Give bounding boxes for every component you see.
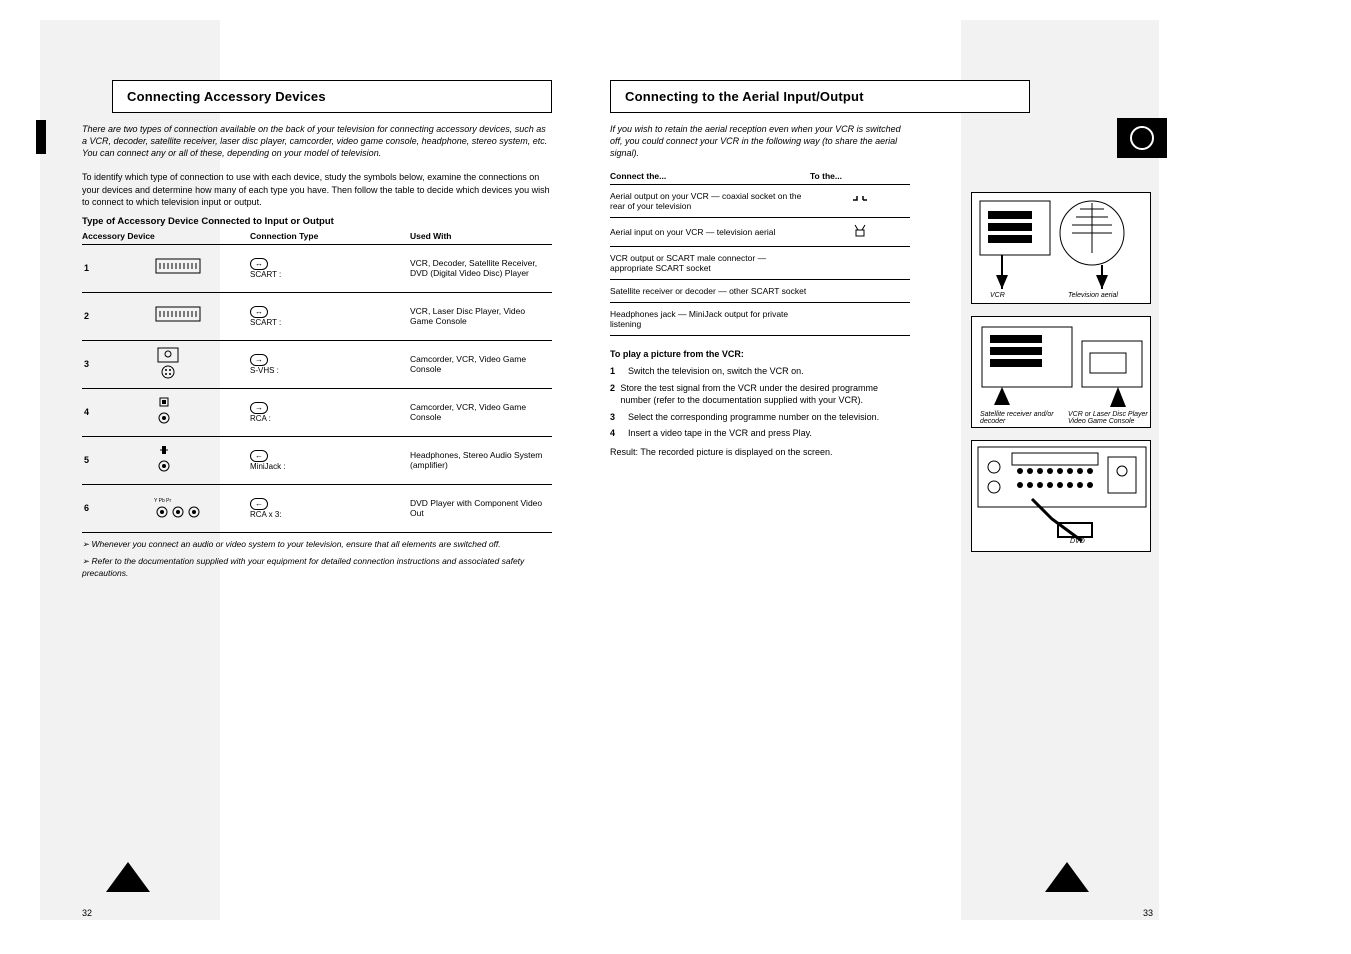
illustration-1: VCR Television aerial: [971, 192, 1151, 304]
double-arrow-icon: ↔: [250, 258, 268, 270]
language-tab: [1117, 118, 1167, 158]
coax-icon: [810, 194, 910, 208]
conn-row: Headphones jack — MiniJack output for pr…: [610, 303, 910, 336]
conn-type: ↔ SCART :: [250, 306, 410, 327]
illus1-label-aerial: Television aerial: [1068, 292, 1118, 299]
page-title-right: Connecting to the Aerial Input/Output: [625, 89, 1015, 104]
scart-icon: [152, 255, 250, 281]
used-with: DVD Player with Component Video Out: [410, 498, 550, 518]
title-box-left: Connecting Accessory Devices: [112, 80, 552, 113]
side-tab-left: [36, 120, 46, 154]
used-with: VCR, Decoder, Satellite Receiver, DVD (D…: [410, 258, 550, 278]
illustration-3: DVD: [971, 440, 1151, 552]
body-left: To identify which type of connection to …: [82, 171, 552, 207]
svg-text:Y Pb Pr: Y Pb Pr: [154, 498, 171, 504]
conn-type: → S-VHS :: [250, 354, 410, 375]
intro-right: If you wish to retain the aerial recepti…: [610, 123, 910, 159]
illus3-label: DVD: [1070, 538, 1085, 545]
aerial-icon: [810, 224, 910, 240]
used-with: VCR, Laser Disc Player, Video Game Conso…: [410, 306, 550, 326]
illustration-2: Satellite receiver and/or decoder VCR or…: [971, 316, 1151, 428]
svhs-icon: [152, 346, 250, 382]
double-arrow-icon: ↔: [250, 306, 268, 318]
used-with: Camcorder, VCR, Video Game Console: [410, 402, 550, 422]
steps-heading: To play a picture from the VCR:: [610, 348, 910, 361]
row-num: 1: [82, 263, 152, 273]
footer-arrow-right-icon: [1045, 862, 1089, 892]
steps-block: To play a picture from the VCR: 1Switch …: [610, 348, 910, 458]
table-row: 1 ↔ SCART : VCR, Decoder, Satellite Rece…: [82, 245, 552, 293]
page-left: Connecting Accessory Devices There are t…: [82, 80, 552, 579]
table-header: Accessory Device Connection Type Used Wi…: [82, 231, 552, 245]
rca-icon: [152, 396, 250, 428]
arrow-right-icon: →: [250, 402, 268, 414]
conn-type: ↔ SCART :: [250, 258, 410, 279]
illus2-label-left: Satellite receiver and/or decoder: [980, 411, 1060, 425]
conn-row: Aerial output on your VCR — coaxial sock…: [610, 185, 910, 218]
table-row: 6 Y Pb Pr ← RCA x 3: DVD Player with Com…: [82, 485, 552, 533]
row-num: 2: [82, 311, 152, 321]
conn-type: ← RCA x 3:: [250, 498, 410, 519]
row-num: 4: [82, 407, 152, 417]
used-with: Camcorder, VCR, Video Game Console: [410, 354, 550, 374]
arrow-left-icon: ←: [250, 450, 268, 462]
conn-row: Satellite receiver or decoder — other SC…: [610, 280, 910, 303]
page-number-right: 33: [1143, 908, 1153, 918]
row-num: 5: [82, 455, 152, 465]
note-2: ➢ Refer to the documentation supplied wi…: [82, 556, 552, 579]
page-right: Connecting to the Aerial Input/Output If…: [610, 80, 910, 459]
note-1: ➢ Whenever you connect an audio or video…: [82, 539, 552, 550]
th-device: Accessory Device: [82, 231, 250, 241]
scart-icon: [152, 303, 250, 329]
conn-row: VCR output or SCART male connector — app…: [610, 247, 910, 280]
footer-arrow-left-icon: [106, 862, 150, 892]
th-conn: Connection Type: [250, 231, 410, 241]
illustration-column: VCR Television aerial Satellite receiver…: [971, 192, 1151, 564]
title-box-right: Connecting to the Aerial Input/Output: [610, 80, 1030, 113]
conn-row: Aerial input on your VCR — television ae…: [610, 218, 910, 247]
arrow-left-icon: ←: [250, 498, 268, 510]
th-connect: Connect the...: [610, 171, 810, 181]
table-row: 4 → RCA : Camcorder, VCR, Video Game Con…: [82, 389, 552, 437]
page-number-left: 32: [82, 908, 92, 918]
conn-type: ← MiniJack :: [250, 450, 410, 471]
row-num: 6: [82, 503, 152, 513]
language-circle-icon: [1130, 126, 1154, 150]
conn-type: → RCA :: [250, 402, 410, 423]
play-result: Result: The recorded picture is displaye…: [610, 446, 910, 459]
page-title-left: Connecting Accessory Devices: [127, 89, 537, 104]
illus2-label-right: VCR or Laser Disc Player Video Game Cons…: [1068, 411, 1148, 425]
table-row: 3 → S-VHS : Camcorder, VCR, Video Game C…: [82, 341, 552, 389]
row-num: 3: [82, 359, 152, 369]
rca3-icon: Y Pb Pr: [152, 494, 250, 522]
illus1-label-vcr: VCR: [990, 292, 1005, 299]
used-with: Headphones, Stereo Audio System (amplifi…: [410, 450, 550, 470]
table-row: 2 ↔ SCART : VCR, Laser Disc Player, Vide…: [82, 293, 552, 341]
conn-table-header: Connect the... To the...: [610, 171, 910, 185]
arrow-right-icon: →: [250, 354, 268, 366]
minijack-icon: [152, 444, 250, 476]
intro-left: There are two types of connection availa…: [82, 123, 552, 159]
table-subhead: Type of Accessory Device Connected to In…: [82, 216, 552, 227]
th-to: To the...: [810, 171, 910, 181]
th-use: Used With: [410, 231, 550, 241]
table-row: 5 ← MiniJack : Headphones, Stereo Audio …: [82, 437, 552, 485]
